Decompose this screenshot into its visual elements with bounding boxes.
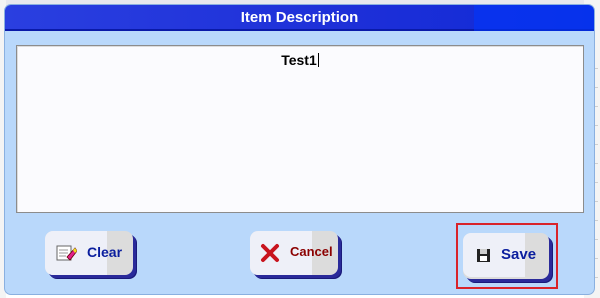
description-value: Test1: [281, 52, 317, 68]
eraser-icon: [56, 245, 77, 261]
dialog-title: Item Description: [240, 9, 359, 26]
description-textarea[interactable]: Test1: [16, 45, 584, 213]
clear-button[interactable]: Clear: [45, 231, 133, 275]
save-button-label: Save: [501, 246, 537, 263]
floppy-disk-icon: [477, 249, 490, 262]
cancel-button[interactable]: Cancel: [250, 231, 338, 275]
item-description-dialog: Item Description Test1 Clear Cancel Save: [5, 5, 594, 294]
text-caret: [317, 53, 319, 67]
save-button[interactable]: Save: [463, 233, 549, 279]
dialog-titlebar: Item Description: [5, 5, 594, 31]
cancel-button-label: Cancel: [290, 244, 333, 259]
clear-button-label: Clear: [87, 244, 123, 260]
x-icon: [261, 244, 279, 262]
